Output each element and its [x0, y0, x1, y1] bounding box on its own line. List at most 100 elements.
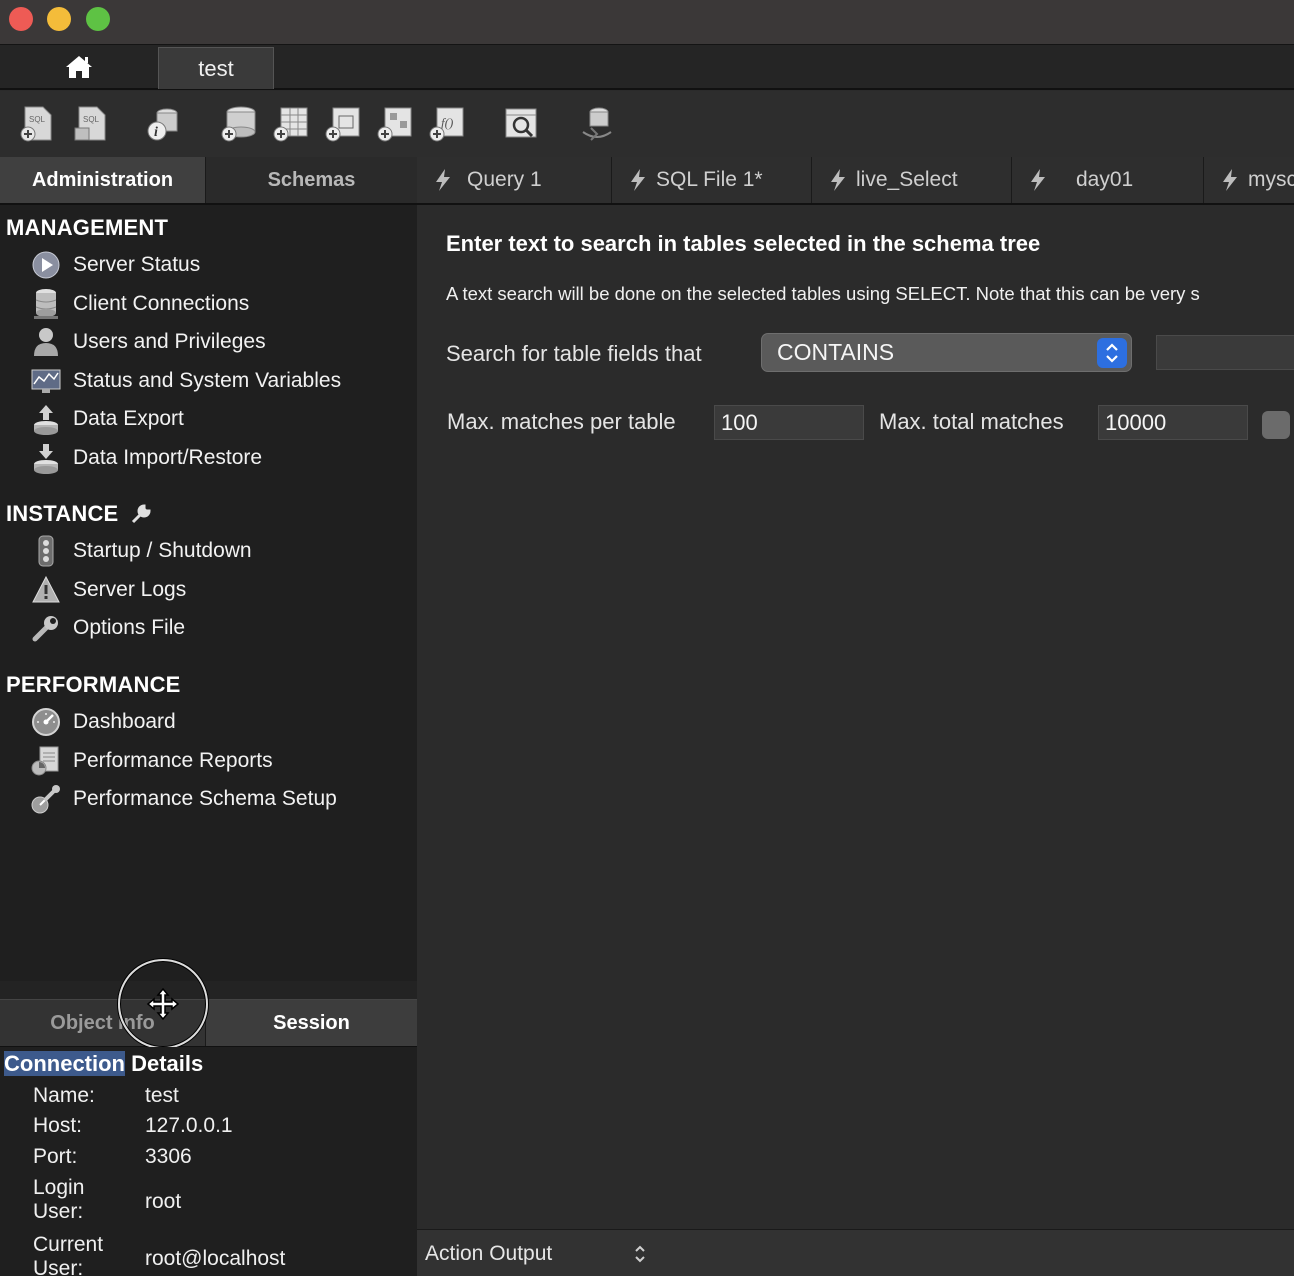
- zoom-window-button[interactable]: [86, 7, 110, 31]
- sidebar-splitter[interactable]: [0, 981, 417, 999]
- nav-startup-shutdown[interactable]: Startup / Shutdown: [30, 534, 252, 568]
- create-procedure-button[interactable]: [374, 103, 416, 145]
- svg-text:SQL: SQL: [29, 115, 46, 124]
- main-toolbar: SQL SQL i f(): [0, 91, 1294, 157]
- nav-data-export[interactable]: Data Export: [30, 402, 184, 436]
- export-icon: [30, 403, 62, 435]
- up-down-arrows-icon[interactable]: [633, 1244, 647, 1269]
- drag-cursor-indicator: [118, 959, 208, 1049]
- move-cursor-icon: [146, 987, 180, 1021]
- reports-icon: [30, 745, 62, 777]
- navigator-sidebar: MANAGEMENT Server Status Client Connecti…: [0, 205, 417, 981]
- server-info-button[interactable]: i: [142, 103, 184, 145]
- traffic-light-icon: [30, 535, 62, 567]
- lightning-icon: [1031, 169, 1045, 191]
- search-text-input[interactable]: [1156, 335, 1294, 370]
- create-table-button[interactable]: [270, 103, 312, 145]
- tab-label: day01: [1076, 168, 1134, 191]
- import-icon: [30, 442, 62, 474]
- search-table-data-button[interactable]: [500, 103, 542, 145]
- database-add-icon: [221, 106, 256, 142]
- tab-label: live_Select: [856, 168, 958, 191]
- nav-data-import-restore[interactable]: Data Import/Restore: [30, 441, 262, 475]
- tab-label: Query 1: [467, 168, 542, 191]
- table-search-panel: Enter text to search in tables selected …: [417, 205, 1294, 1229]
- detail-value: root@localhost: [145, 1247, 286, 1270]
- home-tab[interactable]: [0, 45, 157, 89]
- create-view-button[interactable]: [322, 103, 364, 145]
- max-total-input[interactable]: 10000: [1098, 405, 1248, 440]
- nav-server-logs[interactable]: Server Logs: [30, 573, 186, 607]
- lightning-icon: [436, 169, 450, 191]
- tab-label: mysc: [1248, 168, 1294, 191]
- detail-key: Port:: [33, 1145, 78, 1168]
- new-sql-file-icon: SQL: [20, 106, 52, 142]
- match-mode-value: CONTAINS: [777, 339, 895, 365]
- info-tabs: Object Info Session: [0, 999, 417, 1047]
- nav-users-privileges[interactable]: Users and Privileges: [30, 325, 266, 359]
- svg-text:SQL: SQL: [83, 115, 100, 124]
- database-reconnect-icon: [582, 107, 612, 141]
- tab-administration[interactable]: Administration: [0, 157, 206, 203]
- window-titlebar: [0, 0, 1294, 44]
- search-fields-label: Search for table fields that: [446, 341, 702, 366]
- connection-tab-label: test: [198, 55, 234, 81]
- nav-server-status[interactable]: Server Status: [30, 248, 200, 282]
- new-sql-tab-button[interactable]: SQL: [16, 103, 58, 145]
- wrench-settings-icon: [132, 504, 151, 524]
- function-add-icon: f(): [429, 107, 464, 142]
- max-per-table-label: Max. matches per table: [447, 409, 676, 434]
- database-stack-icon: [30, 288, 62, 320]
- action-output-label: Action Output: [425, 1242, 553, 1265]
- max-total-label: Max. total matches: [879, 409, 1064, 434]
- tab-session[interactable]: Session: [206, 1000, 417, 1046]
- editor-tabs: Query 1 SQL File 1* live_Select day01 my…: [417, 157, 1294, 205]
- close-window-button[interactable]: [9, 7, 33, 31]
- detail-key: Current User:: [33, 1233, 104, 1276]
- tab-query-1[interactable]: Query 1: [417, 157, 612, 203]
- section-management: MANAGEMENT: [6, 215, 169, 240]
- tab-live-select[interactable]: live_Select: [812, 157, 1012, 203]
- detail-value: root: [145, 1190, 182, 1213]
- action-output-bar[interactable]: Action Output: [417, 1229, 1294, 1276]
- section-performance: PERFORMANCE: [6, 672, 181, 697]
- open-sql-script-button[interactable]: SQL: [70, 103, 112, 145]
- search-description: A text search will be done on the select…: [446, 283, 1200, 304]
- wrench-icon: [30, 612, 62, 644]
- detail-value: 3306: [145, 1145, 192, 1168]
- nav-options-file[interactable]: Options File: [30, 611, 185, 645]
- open-sql-file-icon: SQL: [74, 106, 106, 141]
- tab-schemas[interactable]: Schemas: [206, 157, 417, 203]
- max-per-table-input[interactable]: 100: [714, 405, 864, 440]
- search-option-checkbox[interactable]: [1262, 411, 1290, 439]
- search-heading: Enter text to search in tables selected …: [446, 231, 1041, 256]
- monitor-chart-icon: [30, 365, 62, 397]
- create-schema-button[interactable]: [218, 103, 260, 145]
- nav-status-system-variables[interactable]: Status and System Variables: [30, 364, 341, 398]
- create-function-button[interactable]: f(): [426, 103, 468, 145]
- database-info-icon: i: [147, 108, 178, 141]
- tab-sql-file-1[interactable]: SQL File 1*: [612, 157, 812, 203]
- table-add-icon: [273, 107, 308, 142]
- nav-dashboard[interactable]: Dashboard: [30, 705, 176, 739]
- nav-performance-schema-setup[interactable]: Performance Schema Setup: [30, 782, 337, 816]
- minimize-window-button[interactable]: [47, 7, 71, 31]
- nav-performance-reports[interactable]: Performance Reports: [30, 744, 273, 778]
- reconnect-button[interactable]: [576, 103, 618, 145]
- tab-day01[interactable]: day01: [1012, 157, 1204, 203]
- svg-text:f(): f(): [441, 115, 453, 130]
- connection-details-panel: Connection Details Name: test Host: 127.…: [0, 1047, 417, 1276]
- match-mode-select[interactable]: CONTAINS: [761, 333, 1132, 372]
- detail-value: test: [145, 1084, 179, 1107]
- up-down-arrows-icon: [1097, 338, 1127, 368]
- tab-mysc[interactable]: mysc: [1204, 157, 1294, 203]
- schema-setup-icon: [30, 783, 62, 815]
- connection-tab-test[interactable]: test: [158, 47, 274, 89]
- home-icon: [65, 56, 92, 78]
- tab-label: SQL File 1*: [656, 168, 763, 191]
- sidebar-tabs: Administration Schemas: [0, 157, 417, 205]
- section-instance: INSTANCE: [6, 501, 152, 527]
- connection-tab-strip: test: [0, 44, 1294, 90]
- nav-client-connections[interactable]: Client Connections: [30, 287, 249, 321]
- lightning-icon: [631, 169, 645, 191]
